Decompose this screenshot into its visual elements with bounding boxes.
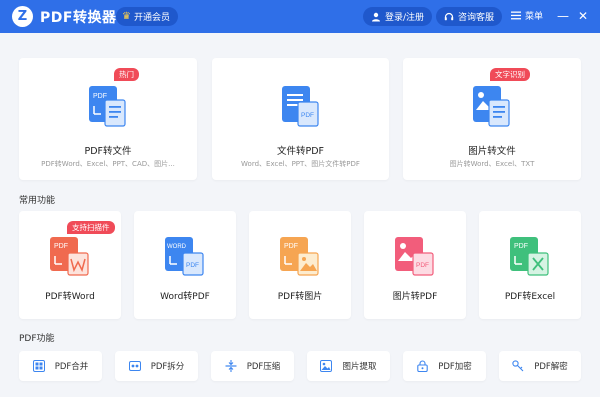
svg-text:PDF: PDF [186,262,199,269]
word-to-pdf-icon: WORD PDF [165,237,205,277]
tool-pdf-compress[interactable]: PDF压缩 [211,351,294,381]
compress-icon [225,360,237,372]
card-title: PDF转Excel [504,292,556,302]
tool-label: PDF解密 [534,362,568,372]
card-description: 图片转Word、Excel、TXT [449,160,535,168]
file-to-pdf-icon: PDF [281,86,320,128]
crown-icon: ♛ [122,11,131,22]
card-description: Word、Excel、PPT、图片文件转PDF [241,160,360,168]
image-to-pdf-icon: PDF [395,237,435,277]
tool-pdf-merge[interactable]: PDF合并 [19,351,102,381]
menu-label: 菜单 [525,12,544,22]
common-section-title: 常用功能 [19,196,56,206]
card-image-to-pdf[interactable]: PDF 图片转PDF [364,211,466,319]
card-title: Word转PDF [160,292,210,302]
card-title: PDF转Word [45,292,95,302]
menu-icon [511,11,521,20]
login-button[interactable]: 登录/注册 [363,7,433,26]
scan-support-badge: 支持扫描件 [67,221,115,234]
card-title: 图片转PDF [392,292,438,302]
app-title: PDF转换器 [40,10,117,26]
svg-text:PDF: PDF [416,262,429,269]
headset-icon [444,12,454,20]
tool-label: PDF合并 [54,362,89,372]
image-extract-icon [320,360,333,372]
merge-icon [32,360,45,372]
vip-label: 开通会员 [133,13,170,23]
svg-text:WORD: WORD [167,244,187,250]
pdf-to-excel-icon: PDF [510,237,550,277]
tool-pdf-split[interactable]: PDF拆分 [115,351,198,381]
menu-button[interactable]: 菜单 [511,9,543,22]
app-logo-icon: Z [12,6,33,27]
customer-service-label: 咨询客服 [458,13,495,23]
tool-label: PDF压缩 [246,362,281,372]
card-title: 图片转文件 [468,146,516,157]
lock-icon [417,360,428,372]
tool-image-extract[interactable]: 图片提取 [307,351,390,381]
card-title: PDF转文件 [84,146,132,157]
minimize-button[interactable]: — [554,6,572,26]
pdf-to-image-icon: PDF [280,237,320,277]
split-icon [128,361,141,371]
tool-label: PDF加密 [438,362,472,372]
customer-service-button[interactable]: 咨询客服 [436,7,503,26]
svg-text:PDF: PDF [54,243,68,250]
close-button[interactable]: ✕ [574,6,592,26]
ocr-badge: 文字识别 [490,68,530,81]
image-to-file-icon [473,86,511,128]
login-label: 登录/注册 [385,13,425,23]
user-icon [372,12,380,21]
hot-badge: 热门 [114,68,139,81]
pdf-to-file-icon: PDF [89,86,127,128]
card-pdf-to-file[interactable]: PDF 热门 PDF转文件 PDF转Word、Excel、PPT、CAD、图片.… [19,58,197,180]
vip-button[interactable]: ♛ 开通会员 [116,7,178,26]
tool-label: PDF拆分 [150,362,185,372]
card-file-to-pdf[interactable]: PDF 文件转PDF Word、Excel、PPT、图片文件转PDF [212,58,389,180]
title-bar: Z PDF转换器 ♛ 开通会员 登录/注册 咨询客服 菜单 — ✕ [0,0,600,33]
card-title: 文件转PDF [276,146,324,157]
tool-pdf-decrypt[interactable]: PDF解密 [499,351,581,381]
card-pdf-to-word[interactable]: PDF 支持扫描件 PDF转Word [19,211,121,319]
card-image-to-file[interactable]: 文字识别 图片转文件 图片转Word、Excel、TXT [403,58,581,180]
svg-text:PDF: PDF [514,243,528,250]
svg-text:PDF: PDF [284,243,298,250]
key-icon [512,360,524,372]
svg-text:PDF: PDF [301,112,314,119]
card-description: PDF转Word、Excel、PPT、CAD、图片... [41,160,175,168]
pdf-to-word-icon: PDF [50,237,90,277]
tool-label: 图片提取 [342,362,377,372]
card-pdf-to-image[interactable]: PDF PDF转图片 [249,211,351,319]
card-word-to-pdf[interactable]: WORD PDF Word转PDF [134,211,236,319]
pdf-tools-section-title: PDF功能 [19,334,55,344]
card-pdf-to-excel[interactable]: PDF PDF转Excel [479,211,581,319]
svg-text:PDF: PDF [93,93,107,100]
card-title: PDF转图片 [277,292,323,302]
tool-pdf-encrypt[interactable]: PDF加密 [403,351,486,381]
